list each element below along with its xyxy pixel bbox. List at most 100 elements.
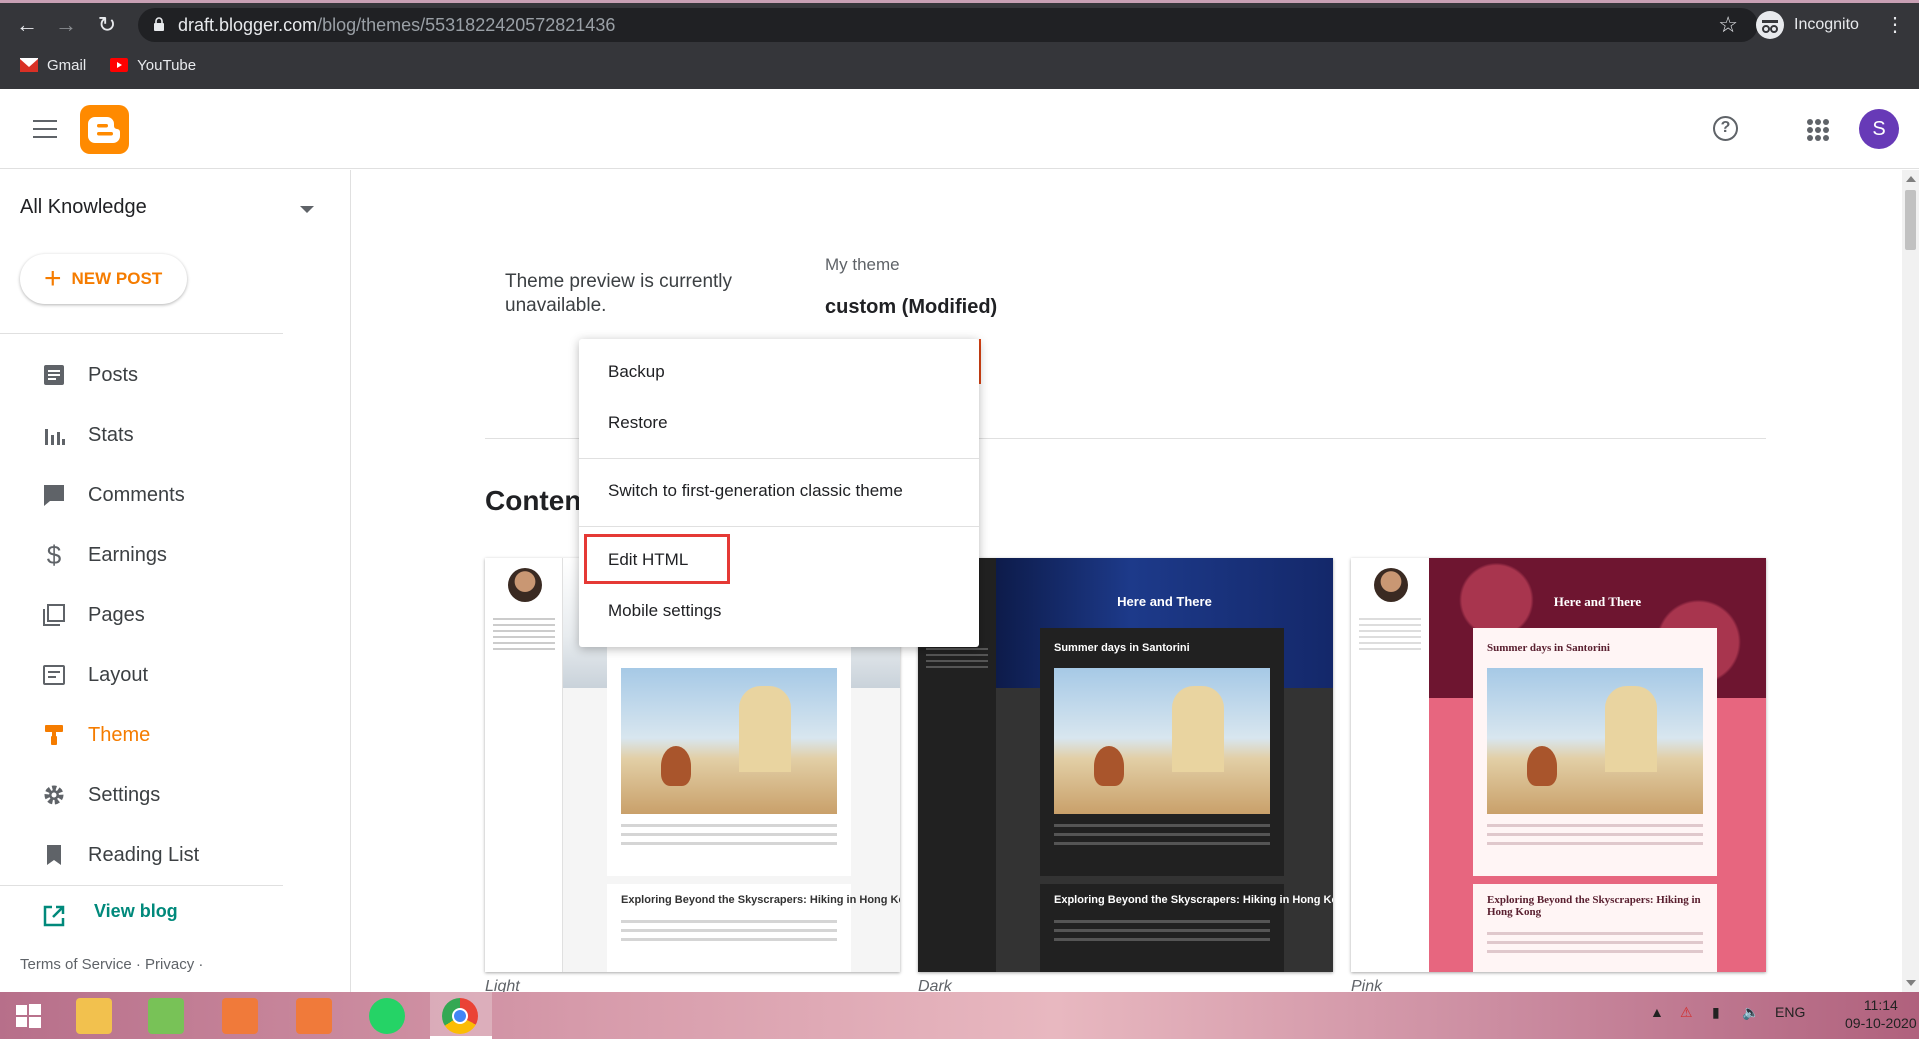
sidebar-item-reading-list[interactable]: Reading List: [0, 831, 340, 879]
menu-item-switch-classic-theme[interactable]: Switch to first-generation classic theme: [579, 469, 979, 513]
sidebar-item-pages[interactable]: Pages: [0, 591, 340, 639]
whatsapp-icon[interactable]: [369, 998, 405, 1034]
terms-link[interactable]: Terms of Service: [20, 956, 132, 973]
browser-menu-icon[interactable]: ⋮: [1885, 12, 1905, 38]
layout-icon: [43, 665, 65, 685]
new-post-button[interactable]: + NEW POST: [20, 254, 187, 304]
section-heading: Conten: [485, 485, 582, 516]
bookmarks-bar: Gmail YouTube: [0, 52, 200, 78]
theme-preview-message: Theme preview is currently unavailable.: [505, 271, 733, 316]
sidebar-item-layout[interactable]: Layout: [0, 651, 340, 699]
scroll-down-arrow-icon[interactable]: [1906, 980, 1916, 986]
menu-item-restore[interactable]: Restore: [579, 401, 979, 445]
scroll-up-arrow-icon[interactable]: [1906, 176, 1916, 182]
url-text: draft.blogger.com/blog/themes/5531822420…: [178, 15, 616, 35]
sidebar-item-comments[interactable]: Comments: [0, 471, 340, 519]
sidebar-item-posts[interactable]: Posts: [0, 351, 340, 399]
bookmark-star-icon[interactable]: ☆: [1718, 12, 1738, 38]
plus-icon: +: [44, 262, 62, 295]
sidebar-item-theme[interactable]: Theme: [0, 711, 340, 759]
menu-divider: [579, 458, 979, 459]
sidebar: All Knowledge + NEW POST Posts Stats Com…: [0, 170, 351, 992]
open-in-new-icon: [43, 905, 65, 927]
thumbnail-avatar: [1374, 568, 1408, 602]
thumbnail-sidebar: [1351, 558, 1429, 972]
android-app-icon[interactable]: [148, 998, 184, 1034]
theme-thumbnail-pink[interactable]: Here and There Summer days in Santorini …: [1351, 558, 1766, 972]
stats-icon: [45, 429, 65, 445]
footer-separator: ·: [135, 956, 141, 973]
incognito-label: Incognito: [1794, 16, 1859, 33]
thumbnail-post-2: Exploring Beyond the Skyscrapers: Hiking…: [1040, 884, 1333, 972]
file-explorer-icon[interactable]: [76, 998, 112, 1034]
customize-button-edge: [979, 339, 981, 384]
thumbnail-post-2: Exploring Beyond the Skyscrapers: Hiking…: [607, 884, 900, 972]
google-apps-icon[interactable]: [1807, 119, 1829, 141]
theme-thumbnail-dark[interactable]: Here and There Summer days in Santorini …: [918, 558, 1333, 972]
footer-separator: ·: [198, 956, 204, 973]
thumbnail-sidebar: [485, 558, 563, 972]
account-avatar[interactable]: S: [1859, 109, 1899, 149]
help-icon[interactable]: ?: [1713, 116, 1738, 141]
blog-selector-caret-icon[interactable]: [300, 206, 314, 213]
forward-icon[interactable]: →: [52, 11, 80, 39]
thumbnail-photo: [621, 668, 837, 814]
thumbnail-post: [607, 628, 851, 876]
settings-icon: [44, 785, 64, 805]
menu-item-backup[interactable]: Backup: [579, 350, 979, 394]
thumbnail-label-light: Light: [485, 978, 520, 992]
blog-selector[interactable]: All Knowledge: [20, 196, 147, 219]
reload-icon[interactable]: ↻: [93, 11, 121, 39]
language-indicator[interactable]: ENG: [1775, 1004, 1805, 1020]
privacy-link[interactable]: Privacy: [145, 956, 194, 973]
thumbnail-blog-title: Here and There: [1117, 594, 1212, 609]
theme-icon: [45, 725, 63, 745]
youtube-icon: [110, 58, 129, 72]
hamburger-menu-icon[interactable]: [33, 120, 57, 138]
browser-chrome: ← → ↻ draft.blogger.com/blog/themes/5531…: [0, 0, 1919, 89]
view-blog-link[interactable]: View blog: [42, 901, 178, 928]
screenshot-tool-icon[interactable]: [296, 998, 332, 1034]
sidebar-footer: Terms of Service · Privacy ·: [20, 956, 203, 973]
bookmark-youtube[interactable]: YouTube: [110, 57, 196, 74]
chrome-icon[interactable]: [442, 998, 478, 1034]
windows-start-icon[interactable]: [10, 998, 46, 1034]
pages-icon: [43, 604, 65, 626]
address-bar[interactable]: draft.blogger.com/blog/themes/5531822420…: [138, 8, 1758, 42]
edit-html-highlight-box: [584, 534, 730, 584]
thumbnail-post: Summer days in Santorini: [1473, 628, 1717, 876]
comments-icon: [44, 485, 64, 506]
thumbnail-label-pink: Pink: [1351, 978, 1383, 992]
sidebar-item-earnings[interactable]: $ Earnings: [0, 531, 340, 579]
scroll-thumb[interactable]: [1905, 190, 1916, 250]
thumbnail-photo: [1487, 668, 1703, 814]
back-icon[interactable]: ←: [13, 11, 41, 39]
thumbnail-blog-title: Here and There: [1553, 594, 1642, 609]
app-header: ? S: [0, 89, 1919, 169]
thumbnail-post: Summer days in Santorini: [1040, 628, 1284, 876]
gmail-icon: [19, 57, 39, 72]
earnings-icon: $: [46, 540, 62, 570]
page-scrollbar[interactable]: [1902, 170, 1919, 992]
incognito-indicator[interactable]: Incognito: [1756, 10, 1859, 40]
sidebar-divider: [0, 885, 283, 886]
thumbnail-label-dark: Dark: [918, 978, 952, 992]
lock-icon: [154, 17, 164, 31]
network-warning-icon[interactable]: ⚠: [1680, 1004, 1693, 1021]
volume-icon[interactable]: 🔈: [1742, 1004, 1759, 1021]
sidebar-item-settings[interactable]: Settings: [0, 771, 340, 819]
thumbnail-avatar: [508, 568, 542, 602]
theme-options-menu: Backup Restore Switch to first-generatio…: [579, 339, 979, 647]
blogger-logo-icon[interactable]: [80, 105, 129, 154]
screen-recorder-icon[interactable]: [222, 998, 258, 1034]
clock[interactable]: 11:14 09-10-2020: [1845, 996, 1917, 1032]
windows-taskbar: ▲ ⚠ ▮ 🔈 ENG 11:14 09-10-2020: [0, 992, 1919, 1039]
network-signal-icon[interactable]: ▮: [1712, 1004, 1720, 1021]
menu-item-mobile-settings[interactable]: Mobile settings: [579, 589, 979, 633]
sidebar-divider: [0, 333, 283, 334]
tray-expand-icon[interactable]: ▲: [1650, 1004, 1664, 1020]
reading-list-icon: [47, 845, 61, 865]
posts-icon: [44, 365, 64, 385]
sidebar-item-stats[interactable]: Stats: [0, 411, 340, 459]
bookmark-gmail[interactable]: Gmail: [19, 57, 86, 74]
